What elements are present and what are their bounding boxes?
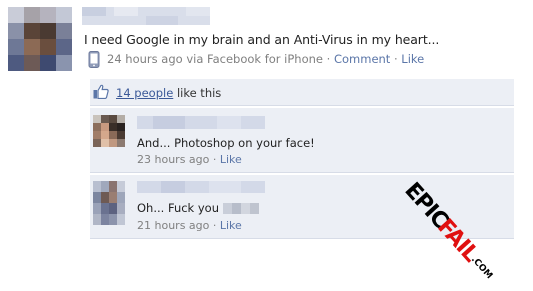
post-author-name[interactable] [82,7,210,25]
comment-text: Oh... Fuck you [137,201,259,215]
likes-count-link[interactable]: 14 people [116,86,173,100]
comment-text: And... Photoshop on your face! [137,136,315,150]
comment-meta: 23 hours ago · Like [137,153,242,166]
censored-name [222,203,259,214]
post-meta: 24 hours ago via Facebook for iPhone · C… [107,52,425,66]
comment-timestamp[interactable]: 21 hours ago [137,219,209,232]
post-text: I need Google in my brain and an Anti-Vi… [84,32,440,47]
comment-link[interactable]: Comment [334,52,390,66]
likes-summary: 14 people like this [116,86,222,100]
comment-author-name[interactable] [137,181,265,193]
comment-like-link[interactable]: Like [220,219,242,232]
post-timestamp[interactable]: 24 hours ago via Facebook for iPhone [107,52,323,66]
comment-timestamp[interactable]: 23 hours ago [137,153,209,166]
comment-author-avatar[interactable] [93,115,125,147]
comment-author-name[interactable] [137,116,265,129]
like-link[interactable]: Like [401,52,424,66]
comment: And... Photoshop on your face! 23 hours … [90,108,514,173]
comment-like-link[interactable]: Like [220,153,242,166]
thumbs-up-icon [93,84,109,100]
comment-author-avatar[interactable] [93,181,125,225]
comment-meta: 21 hours ago · Like [137,219,242,232]
post-author-avatar[interactable] [8,7,72,71]
